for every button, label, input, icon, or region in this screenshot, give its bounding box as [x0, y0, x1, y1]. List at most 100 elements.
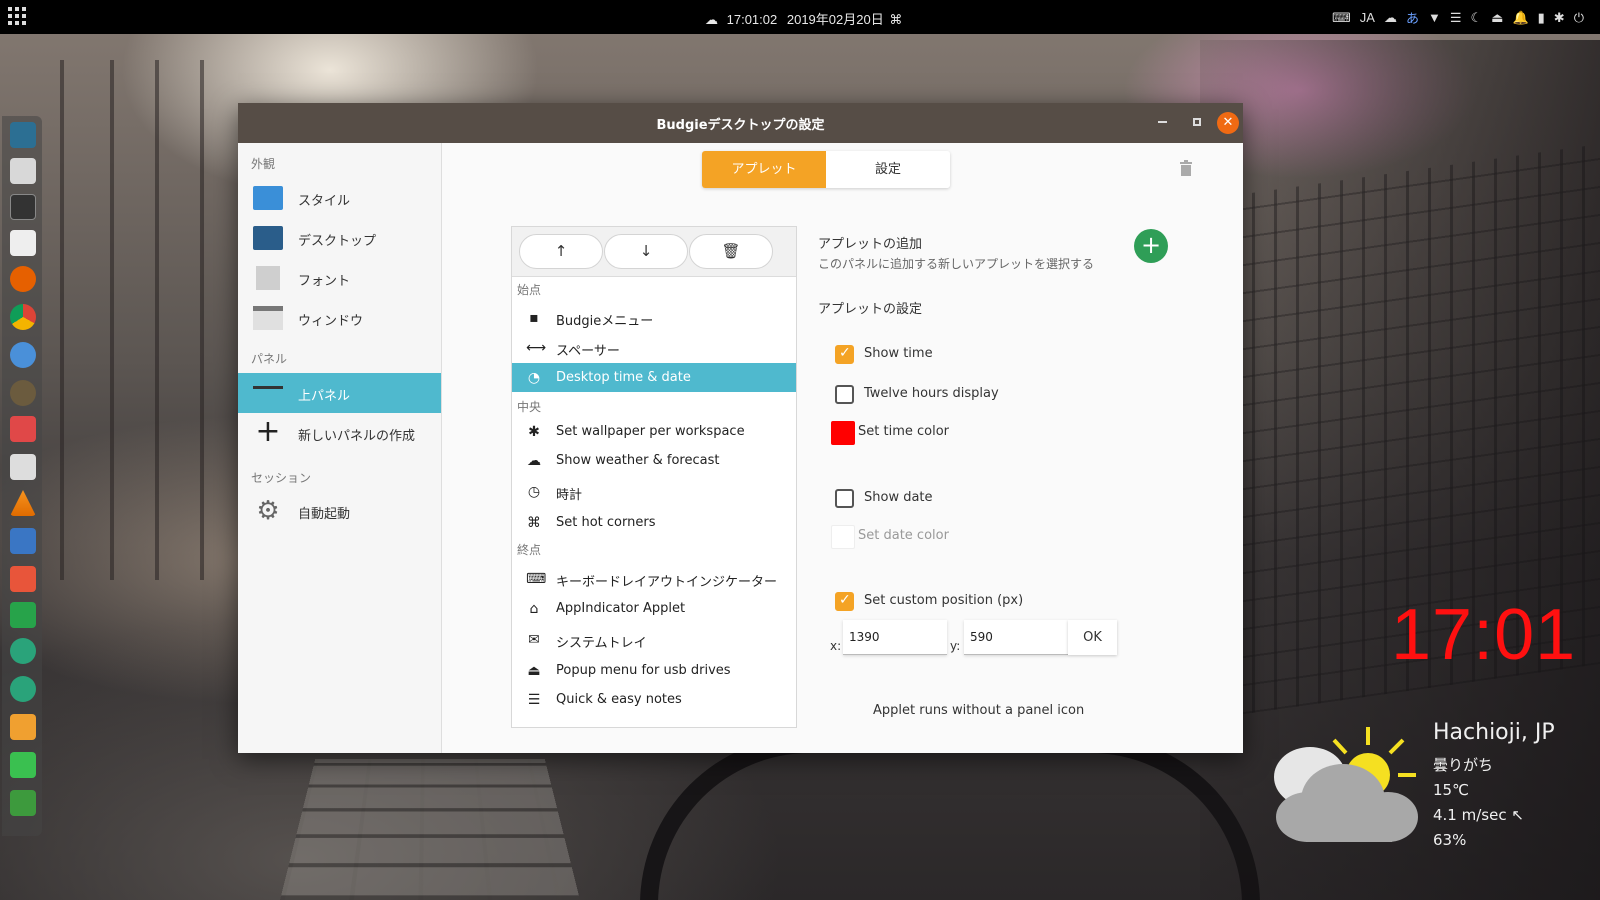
download-icon[interactable]	[10, 714, 36, 740]
date-color-button[interactable]	[831, 525, 855, 549]
calc-icon[interactable]	[10, 602, 36, 628]
y-position-input[interactable]: 590	[964, 620, 1068, 655]
show-date-checkbox[interactable]	[835, 489, 854, 508]
weather-city: Hachioji, JP	[1433, 720, 1555, 745]
night-light-icon[interactable]: ☾	[1471, 10, 1483, 26]
notification-bell-icon[interactable]: 🔔	[1512, 10, 1528, 26]
weather-wind: 4.1 m/sec ↖	[1433, 806, 1524, 824]
x-label: x:	[830, 639, 842, 653]
grid-icon: ▪	[529, 310, 539, 326]
clock-pie-icon: ◔	[527, 370, 541, 386]
tab-applets[interactable]: アプレット	[702, 151, 826, 188]
time-color-button[interactable]	[831, 421, 855, 445]
maximize-icon[interactable]	[1193, 118, 1201, 126]
tab-settings[interactable]: 設定	[826, 151, 950, 188]
sidebar-item-new-panel[interactable]: + 新しいパネルの作成	[238, 413, 441, 453]
close-icon[interactable]: ✕	[1217, 112, 1239, 134]
cloud-icon[interactable]: ☁	[1384, 10, 1397, 26]
twelve-hours-label: Twelve hours display	[864, 386, 999, 401]
minimize-icon[interactable]	[1158, 121, 1167, 123]
keyboard-layout[interactable]: JA	[1360, 10, 1375, 25]
sidebar-item-windows[interactable]: ウィンドウ	[238, 298, 441, 338]
sidebar-item-style[interactable]: スタイル	[238, 178, 441, 218]
window-icon	[253, 306, 283, 330]
list-item[interactable]: ⌂ AppIndicator Applet	[512, 594, 796, 623]
apps-grid-icon[interactable]	[8, 7, 28, 27]
move-down-button[interactable]: ↓	[604, 234, 688, 269]
applet-settings-pane: アプレットの追加 このパネルに追加する新しいアプレットを選択する + アプレット…	[818, 223, 1218, 743]
sidebar-item-autostart[interactable]: ⚙ 自動起動	[238, 491, 441, 531]
panel-icon-note: Applet runs without a panel icon	[873, 703, 1085, 718]
budgie-settings-window: Budgieデスクトップの設定 ✕ 外観 スタイル デスクトップ フォント ウィ…	[238, 103, 1243, 753]
show-time-checkbox[interactable]	[835, 345, 854, 364]
list-item-label: スペーサー	[556, 344, 620, 359]
remove-applet-button[interactable]: 🗑	[689, 234, 773, 269]
list-item[interactable]: ◷ 時計	[512, 477, 796, 506]
cloud-icon: ☁	[527, 453, 541, 469]
sidebar-item-label: ウィンドウ	[298, 314, 364, 329]
custom-position-checkbox[interactable]	[835, 592, 854, 611]
weather-widget: Hachioji, JP 曇りがち 15℃ 4.1 m/sec ↖ 63%	[1433, 720, 1555, 853]
hot-corners-icon[interactable]: ⌘	[889, 12, 902, 27]
file-manager-icon[interactable]	[10, 158, 36, 184]
impress-icon[interactable]	[10, 566, 36, 592]
twelve-hours-checkbox[interactable]	[835, 385, 854, 404]
add-applet-button[interactable]: +	[1134, 229, 1168, 263]
thunderbird-icon[interactable]	[10, 342, 36, 368]
tweaks-app-icon[interactable]	[10, 676, 36, 702]
list-item[interactable]: ⌨ キーボードレイアウトインジケーター	[512, 564, 796, 593]
wifi-icon[interactable]: ▼	[1428, 10, 1441, 25]
vlc-icon[interactable]	[10, 490, 36, 516]
sidebar-item-desktop[interactable]: デスクトップ	[238, 218, 441, 258]
date-color-label: Set date color	[858, 528, 949, 543]
speaker-app-icon[interactable]	[10, 454, 36, 480]
firefox-icon[interactable]	[10, 266, 36, 292]
image-viewer-icon[interactable]	[10, 416, 36, 442]
clock-icon: ◷	[527, 484, 541, 500]
sidebar-section-appearance: 外観	[251, 157, 276, 171]
list-item[interactable]: ☁ Show weather & forecast	[512, 446, 796, 475]
writer-icon[interactable]	[10, 528, 36, 554]
keyboard-icon[interactable]: ⌨	[1332, 10, 1351, 26]
terminal-icon[interactable]	[10, 194, 36, 220]
screenshot-app-icon[interactable]	[10, 122, 36, 148]
list-item[interactable]: ⟷ スペーサー	[512, 333, 796, 362]
desktop-icon	[253, 226, 283, 250]
system-tray: ⌨ JA ☁ あ ▼ ☰ ☾ ⏏ 🔔 ▮ ✱ ⏻	[1332, 8, 1584, 27]
cloud-icon: ☁	[705, 12, 718, 27]
text-editor-icon[interactable]	[10, 230, 36, 256]
plus-icon: +	[1140, 231, 1162, 259]
add-applet-subtitle: このパネルに追加する新しいアプレットを選択する	[818, 257, 1095, 271]
battery-icon[interactable]: ▮	[1538, 10, 1545, 26]
sidebar-item-fonts[interactable]: フォント	[238, 258, 441, 298]
sidebar-item-label: 上パネル	[298, 389, 351, 404]
chrome-icon[interactable]	[10, 304, 36, 330]
x-position-input[interactable]: 1390	[843, 620, 947, 655]
list-item-label: Desktop time & date	[556, 370, 691, 385]
list-item-label: AppIndicator Applet	[556, 601, 686, 616]
list-item[interactable]: ✱ Set wallpaper per workspace	[512, 417, 796, 446]
sidebar-item-top-panel[interactable]: 上パネル	[238, 373, 441, 413]
list-item[interactable]: ⌘ Set hot corners	[512, 508, 796, 537]
system-monitor-icon[interactable]	[10, 752, 36, 778]
window-titlebar[interactable]: Budgieデスクトップの設定 ✕	[238, 103, 1243, 143]
power-icon[interactable]: ⏻	[1574, 10, 1584, 26]
list-item[interactable]: ⏏ Popup menu for usb drives	[512, 656, 796, 685]
notes-icon[interactable]: ☰	[1450, 10, 1462, 26]
panel-clock[interactable]: ☁ 17:01:02 2019年02月20日 ⌘	[705, 9, 902, 28]
ok-button[interactable]: OK	[1068, 620, 1117, 655]
delete-panel-icon[interactable]	[1179, 160, 1193, 176]
list-item[interactable]: ✉ システムトレイ	[512, 625, 796, 654]
settings-app-icon[interactable]	[10, 638, 36, 664]
bluetooth-icon[interactable]: ✱	[1554, 10, 1565, 26]
usb-icon[interactable]: ⏏	[1491, 10, 1503, 26]
move-up-button[interactable]: ↑	[519, 234, 603, 269]
wallpaper-bench	[640, 735, 1260, 900]
list-item[interactable]: ◔ Desktop time & date	[512, 363, 796, 392]
sidebar-item-label: 新しいパネルの作成	[298, 429, 416, 444]
ime-indicator[interactable]: あ	[1406, 8, 1419, 27]
list-item[interactable]: ▪ Budgieメニュー	[512, 303, 796, 332]
list-item[interactable]: ☰ Quick & easy notes	[512, 685, 796, 714]
gimp-icon[interactable]	[10, 380, 36, 406]
trash-icon[interactable]	[10, 790, 36, 816]
